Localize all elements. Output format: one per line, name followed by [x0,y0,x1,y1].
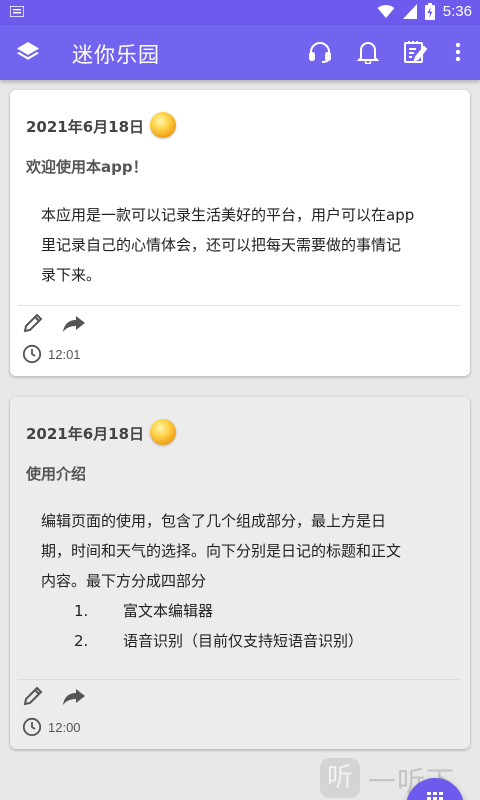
card-body: 本应用是一款可以记录生活美好的平台，用户可以在app 里记录自己的心情体会，还可… [41,200,457,290]
overflow-menu-button[interactable] [443,37,473,67]
card-divider [18,305,460,306]
notifications-button[interactable] [353,37,383,67]
list-item: 1. 富文本编辑器 [41,596,457,626]
grid-icon [427,792,443,800]
body-line: 本应用是一款可以记录生活美好的平台，用户可以在app [41,206,415,224]
card-title: 欢迎使用本app！ [26,158,148,176]
status-bar: 5:36 [0,0,480,25]
share-arrow-icon[interactable] [62,312,86,334]
headset-icon [309,42,331,63]
sunny-weather-icon [150,112,176,138]
share-arrow-icon[interactable] [62,685,86,707]
sunny-weather-icon [150,419,176,445]
list-text: 语音识别（目前仅支持短语音识别） [123,632,364,650]
more-vert-icon [455,42,461,62]
layers-menu-button[interactable] [14,38,42,66]
body-line: 录下来。 [41,266,102,284]
clock-icon [22,344,42,364]
body-line: 编辑页面的使用，包含了几个组成部分，最上方是日 [41,512,387,530]
card-title: 使用介绍 [26,465,87,483]
card-time: 12:00 [48,720,81,735]
card-body: 编辑页面的使用，包含了几个组成部分，最上方是日 期，时间和天气的选择。向下分别是… [41,506,457,656]
wifi-icon [377,5,395,18]
body-line: 期，时间和天气的选择。向下分别是日记的标题和正文 [41,542,402,560]
bell-icon [357,42,379,64]
battery-icon [424,3,435,20]
edit-pencil-icon[interactable] [22,312,44,334]
notification-icon [10,6,24,17]
card-date: 2021年6月18日 [26,118,145,136]
card-date: 2021年6月18日 [26,425,145,443]
diary-card[interactable]: 2021年6月18日 使用介绍 编辑页面的使用，包含了几个组成部分，最上方是日 … [10,397,470,749]
app-title: 迷你乐园 [72,43,160,67]
edit-pencil-icon[interactable] [22,685,44,707]
watermark-logo-icon: 听 [320,758,360,798]
body-line: 里记录自己的心情体会，还可以把每天需要做的事情记 [41,236,402,254]
card-time: 12:01 [48,347,81,362]
write-note-button[interactable] [400,37,430,67]
body-line: 内容。最下方分成四部分 [41,572,207,590]
list-item: 2. 语音识别（目前仅支持短语音识别） [41,626,457,656]
card-divider [18,679,460,680]
app-bar: 迷你乐园 [0,25,480,80]
diary-card[interactable]: 2021年6月18日 欢迎使用本app！ 本应用是一款可以记录生活美好的平台，用… [10,90,470,376]
clock-icon [22,717,42,737]
note-edit-icon [404,41,427,63]
status-time: 5:36 [442,3,472,20]
list-number: 2. [74,632,89,650]
list-text: 富文本编辑器 [123,602,214,620]
list-number: 1. [74,602,89,620]
support-button[interactable] [305,37,335,67]
layers-icon [17,42,39,60]
signal-icon [402,4,417,19]
